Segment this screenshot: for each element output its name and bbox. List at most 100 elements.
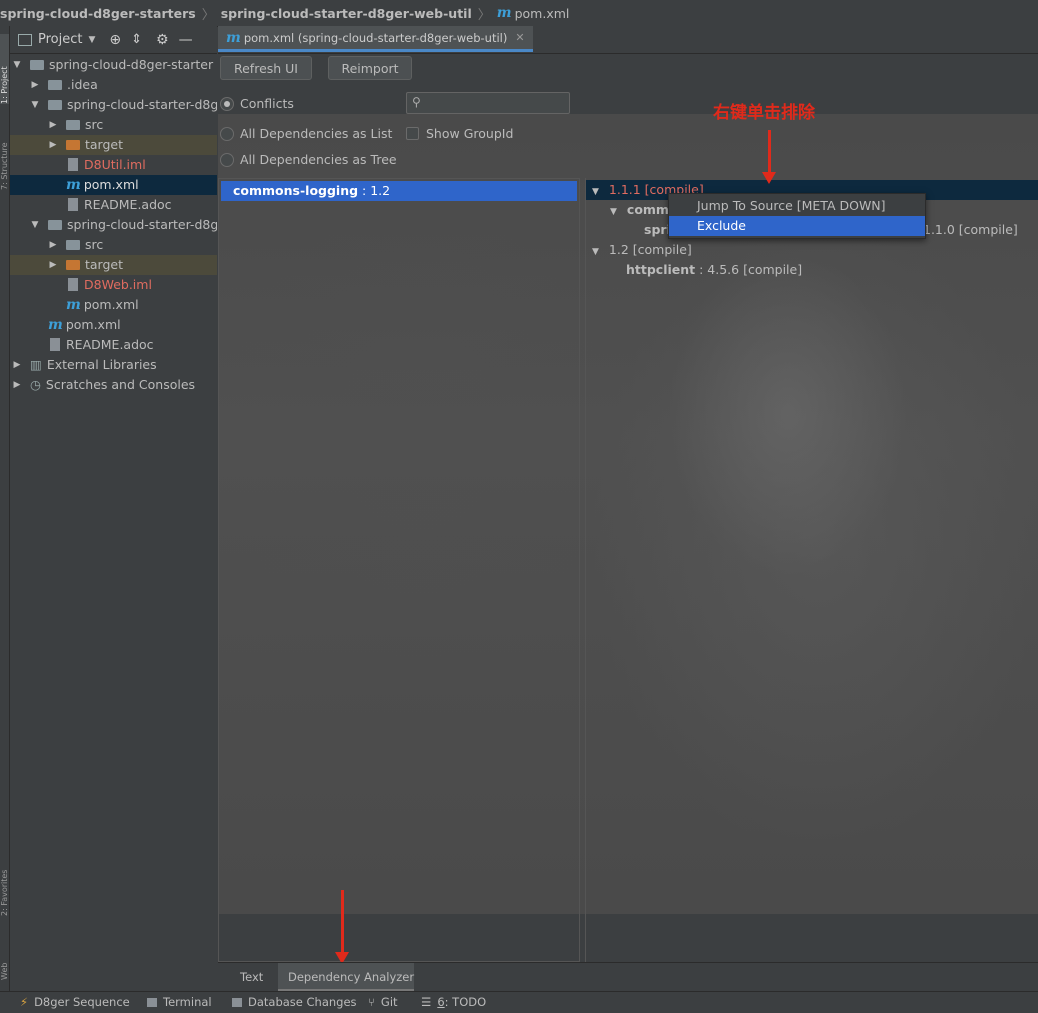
tree-item-scratches[interactable]: ▶ ◷ Scratches and Consoles [10,375,217,395]
tab-text[interactable]: Text [230,963,273,992]
git-button[interactable]: ⑂ Git [368,992,398,1013]
tree-item-root-pom[interactable]: m pom.xml [10,315,217,335]
terminal-button[interactable]: Terminal [147,992,212,1013]
tree-node[interactable]: httpclient : 4.5.6 [compile] [586,260,802,280]
module-folder-icon [48,220,62,230]
conflicts-label: Conflicts [240,96,294,111]
tree-item-src[interactable]: ▶ src [10,235,217,255]
tree-item-target[interactable]: ▶ target [10,135,217,155]
iml-file-icon [68,278,78,291]
annotation-text: 右键单击排除 [713,103,815,123]
search-icon: ⚲ [412,95,421,109]
tree-item-label: target [85,137,124,152]
tree-item-label: spring-cloud-starter-d8ger-web [67,217,217,232]
tree-item-pom[interactable]: m pom.xml [10,295,217,315]
tree-item-label: D8Util.iml [84,157,146,172]
scratches-icon: ◷ [30,377,41,392]
tree-item-src[interactable]: ▶ src [10,115,217,135]
breadcrumb-root[interactable]: spring-cloud-d8ger-starters [0,6,196,21]
tree-node-label: httpclient [626,262,696,277]
menu-item-exclude[interactable]: Exclude [669,216,925,236]
todo-button[interactable]: ☰ 6: TODO [421,992,486,1013]
all-deps-list-radio[interactable] [220,127,234,141]
tree-item-idea[interactable]: ▶ .idea [10,75,217,95]
maven-icon: m [66,297,81,313]
tree-item-label: src [85,117,104,132]
show-groupid-checkbox[interactable] [406,127,419,140]
d8ger-sequence-button[interactable]: ⚡ D8ger Sequence [20,992,130,1013]
breadcrumb-separator: 〉 [477,7,491,23]
project-view-title[interactable]: Project [38,32,82,47]
expanded-arrow-icon[interactable]: ▼ [12,55,22,75]
folder-icon [48,80,62,90]
hide-icon[interactable]: — [179,32,193,48]
tree-item-label: README.adoc [84,197,172,212]
collapsed-arrow-icon[interactable]: ▶ [12,375,22,395]
expanded-arrow-icon[interactable]: ▼ [592,187,599,197]
tree-item-readme[interactable]: README.adoc [10,195,217,215]
annotation-arrow [341,890,344,954]
tree-item-web-module[interactable]: ▼ spring-cloud-starter-d8ger-web [10,215,217,235]
search-input[interactable]: ⚲ [406,92,570,114]
tree-item-root-module[interactable]: ▼ spring-cloud-d8ger-starter [10,55,217,75]
project-panel: Project ▼ ⊕ ⇕ ⚙ — ▼ spring-cloud-d8ger-s… [10,26,217,914]
dependency-name: commons-logging [233,183,359,198]
all-deps-tree-radio[interactable] [220,153,234,167]
expanded-arrow-icon[interactable]: ▼ [592,247,599,257]
collapsed-arrow-icon[interactable]: ▶ [48,115,58,135]
annotation-arrow-head [762,172,776,184]
project-tool-tab[interactable]: 1: Project [0,34,9,104]
locate-icon[interactable]: ⊕ [109,32,121,48]
tree-item-label: src [85,237,104,252]
collapsed-arrow-icon[interactable]: ▶ [48,135,58,155]
list-item[interactable]: commons-logging : 1.2 [221,181,577,201]
tree-item-pom-selected[interactable]: m pom.xml [10,175,217,195]
favorites-tool-tab[interactable]: 2: Favorites [0,844,9,916]
collapsed-arrow-icon[interactable]: ▶ [48,235,58,255]
breadcrumb-separator: 〉 [201,7,215,23]
all-deps-list-label: All Dependencies as List [240,126,393,141]
refresh-ui-button[interactable]: Refresh UI [220,56,312,80]
gear-icon[interactable]: ⚙ [156,32,169,48]
editor-tab-pom[interactable]: m pom.xml (spring-cloud-starter-d8ger-we… [218,26,533,52]
collapsed-arrow-icon[interactable]: ▶ [30,75,40,95]
adoc-file-icon [50,338,60,351]
collapse-all-icon[interactable]: ⇕ [131,32,142,47]
tree-node[interactable]: ▼ commo [586,200,678,220]
expanded-arrow-icon[interactable]: ▼ [30,95,40,115]
web-tool-tab[interactable]: Web [0,936,9,980]
tree-node-version: : 4.5.6 [compile] [695,262,803,277]
close-icon[interactable]: ✕ [515,31,524,44]
tab-dependency-analyzer[interactable]: Dependency Analyzer [278,963,414,992]
tree-item-d8web-iml[interactable]: D8Web.iml [10,275,217,295]
structure-tool-tab[interactable]: 7: Structure [0,120,9,190]
database-icon [232,998,242,1007]
tree-item-root-readme[interactable]: README.adoc [10,335,217,355]
breadcrumb-file[interactable]: pom.xml [515,6,570,21]
list-icon: ☰ [421,995,432,1009]
conflicts-radio[interactable] [220,97,234,111]
project-toolbar: Project ▼ ⊕ ⇕ ⚙ — [10,26,217,54]
tree-item-label: .idea [67,77,98,92]
tree-item-web-util-module[interactable]: ▼ spring-cloud-starter-d8ger-web-util [10,95,217,115]
chevron-down-icon[interactable]: ▼ [88,35,95,45]
database-changes-button[interactable]: Database Changes [232,992,357,1013]
expanded-arrow-icon[interactable]: ▼ [30,215,40,235]
tree-item-label: Scratches and Consoles [45,377,196,392]
expanded-arrow-icon[interactable]: ▼ [610,207,617,217]
tree-item-target[interactable]: ▶ target [10,255,217,275]
editor-bottom-tabs: Text Dependency Analyzer [218,962,1038,992]
status-label: Database Changes [248,995,357,1009]
maven-icon: m [66,177,81,193]
dependency-tree: ▼ 1.1.1 [compile] ▼ commo spri 1.1.0 [co… [585,178,1038,962]
reimport-button[interactable]: Reimport [328,56,412,80]
tree-node[interactable]: ▼ 1.2 [compile] [586,240,692,260]
collapsed-arrow-icon[interactable]: ▶ [48,255,58,275]
collapsed-arrow-icon[interactable]: ▶ [12,355,22,375]
breadcrumb-module[interactable]: spring-cloud-starter-d8ger-web-util [221,6,472,21]
tree-node-label: spri [644,222,671,237]
tree-item-external-libraries[interactable]: ▶ ▥ External Libraries [10,355,217,375]
menu-item-jump-to-source[interactable]: Jump To Source [META DOWN] [669,196,925,216]
tree-item-d8util-iml[interactable]: D8Util.iml [10,155,217,175]
git-branch-icon: ⑂ [368,995,375,1009]
